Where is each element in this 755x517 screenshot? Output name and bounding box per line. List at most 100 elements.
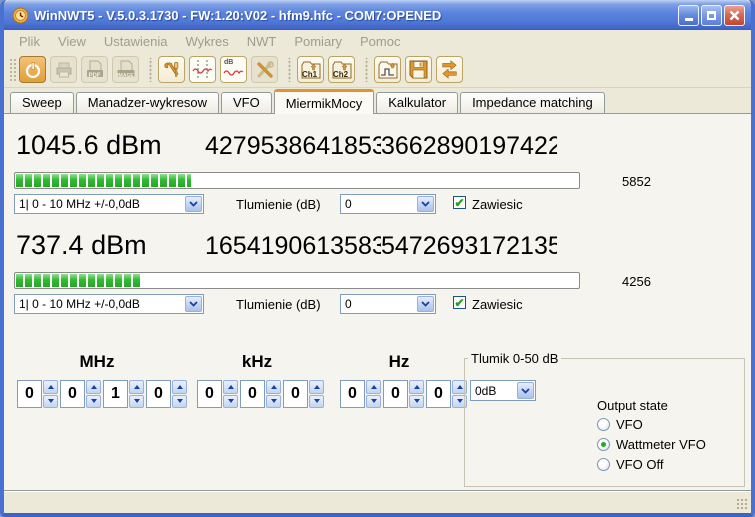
arrow-up-icon	[134, 385, 140, 389]
meter2-hold-checkbox[interactable]: ✔	[453, 296, 466, 309]
meter1-attenuation-value: 0	[345, 197, 352, 211]
toolbar-handle[interactable]	[9, 58, 16, 82]
meter1-hold-checkbox[interactable]: ✔	[453, 196, 466, 209]
menu-item-nwt[interactable]: NWT	[238, 32, 286, 51]
chevron-down-icon[interactable]	[185, 296, 202, 312]
meter1-counter-left: 4279538641853	[205, 132, 381, 161]
digit-value[interactable]: 0	[240, 380, 265, 408]
maximize-button[interactable]	[701, 5, 722, 26]
spin-up-button[interactable]	[172, 380, 187, 394]
spin-down-button[interactable]	[266, 395, 281, 409]
sweep-settings-button[interactable]	[189, 56, 216, 83]
radio-vfo[interactable]	[597, 418, 610, 431]
tab-impedance-matching[interactable]: Impedance matching	[460, 92, 605, 113]
arrow-down-icon	[177, 399, 183, 403]
tab-kalkulator[interactable]: Kalkulator	[376, 92, 458, 113]
minimize-button[interactable]	[678, 5, 699, 26]
digit-value[interactable]: 0	[283, 380, 308, 408]
spin-down-button[interactable]	[172, 395, 187, 409]
spin-up-button[interactable]	[366, 380, 381, 394]
close-button[interactable]	[724, 5, 745, 26]
tab-manadzer-wykresow[interactable]: Manadzer-wykresow	[76, 92, 219, 113]
meter2-range-select[interactable]: 1| 0 - 10 MHz +/-0,0dB	[14, 294, 204, 314]
digit-value[interactable]: 0	[17, 380, 42, 408]
spin-down-button[interactable]	[43, 395, 58, 409]
recall-curve-button[interactable]	[374, 56, 401, 83]
chevron-down-icon[interactable]	[517, 382, 534, 399]
close-icon	[729, 10, 740, 21]
spin-up-button[interactable]	[266, 380, 281, 394]
digit-value[interactable]: 0	[383, 380, 408, 408]
spin-up-button[interactable]	[86, 380, 101, 394]
spin-up-button[interactable]	[309, 380, 324, 394]
chevron-down-icon[interactable]	[417, 196, 434, 212]
print-button[interactable]	[50, 56, 77, 83]
tab-sweep[interactable]: Sweep	[10, 92, 74, 113]
settings-tools-button[interactable]	[158, 56, 185, 83]
meter2-attenuation-label: Tlumienie (dB)	[236, 297, 321, 312]
meter2-attenuation-select[interactable]: 0	[340, 294, 436, 314]
spin-down-button[interactable]	[309, 395, 324, 409]
attenuator-select[interactable]: 0dB	[470, 380, 536, 401]
digit-value[interactable]: 0	[60, 380, 85, 408]
menu-item-ustawienia[interactable]: Ustawienia	[95, 32, 177, 51]
khz-spin-group: 0 0 0	[197, 380, 324, 408]
minimize-icon	[685, 18, 693, 21]
spin-down-button[interactable]	[366, 395, 381, 409]
power-button[interactable]	[19, 56, 46, 83]
save-button[interactable]	[405, 56, 432, 83]
arrow-down-icon	[134, 399, 140, 403]
meter1-attenuation-select[interactable]: 0	[340, 194, 436, 214]
radio-row-vfo-off: VFO Off	[597, 457, 663, 472]
ch2-load-button[interactable]: Ch2	[328, 56, 355, 83]
digit-value[interactable]: 0	[340, 380, 365, 408]
meter1-reading: 1045.6 dBm	[16, 130, 162, 161]
menu-item-wykres[interactable]: Wykres	[177, 32, 238, 51]
meter1-attenuation-label: Tlumienie (dB)	[236, 197, 321, 212]
spin-down-button[interactable]	[223, 395, 238, 409]
export-pdf-button[interactable]: PDF	[81, 56, 108, 83]
spin-up-button[interactable]	[129, 380, 144, 394]
spin-up-button[interactable]	[223, 380, 238, 394]
spin-down-button[interactable]	[129, 395, 144, 409]
radio-wattmeter-vfo[interactable]	[597, 438, 610, 451]
spin-down-button[interactable]	[86, 395, 101, 409]
digit-value[interactable]: 1	[103, 380, 128, 408]
tab-miermikmocy[interactable]: MiermikMocy	[274, 89, 375, 114]
status-bar	[4, 491, 751, 513]
spin-down-button[interactable]	[409, 395, 424, 409]
mhz-digit-spinner: 0	[146, 380, 187, 408]
arrow-up-icon	[314, 385, 320, 389]
export-image-button[interactable]: IMAGE	[112, 56, 139, 83]
khz-header: kHz	[197, 352, 317, 372]
digit-value[interactable]: 0	[426, 380, 451, 408]
chevron-down-icon[interactable]	[185, 196, 202, 212]
digit-value[interactable]: 0	[146, 380, 171, 408]
meter1-range-select[interactable]: 1| 0 - 10 MHz +/-0,0dB	[14, 194, 204, 214]
menu-item-plik[interactable]: Plik	[10, 32, 49, 51]
db-settings-button[interactable]: dB	[220, 56, 247, 83]
chevron-down-icon[interactable]	[417, 296, 434, 312]
resize-grip[interactable]	[736, 498, 748, 510]
arrow-up-icon	[177, 385, 183, 389]
spin-up-button[interactable]	[43, 380, 58, 394]
spin-up-button[interactable]	[409, 380, 424, 394]
tab-vfo[interactable]: VFO	[221, 92, 272, 113]
toolbar-separator	[286, 58, 293, 82]
attenuator-label: Tlumik 0-50 dB	[468, 351, 561, 366]
tab-bar: Sweep Manadzer-wykresow VFO MiermikMocy …	[4, 88, 751, 113]
hardware-tools-button[interactable]	[251, 56, 278, 83]
digit-value[interactable]: 0	[197, 380, 222, 408]
menu-item-pomoc[interactable]: Pomoc	[351, 32, 409, 51]
meter1-hold-label: Zawiesic	[472, 197, 523, 212]
transfer-button[interactable]	[436, 56, 463, 83]
radio-vfo-off[interactable]	[597, 458, 610, 471]
menu-item-pomiary[interactable]: Pomiary	[285, 32, 351, 51]
ch1-folder-icon	[300, 59, 322, 81]
mhz-digit-spinner: 1	[103, 380, 144, 408]
ch1-load-button[interactable]: Ch1	[297, 56, 324, 83]
radio-row-vfo: VFO	[597, 417, 643, 432]
recall-curve-icon	[377, 59, 399, 81]
meter2-attenuation-value: 0	[345, 297, 352, 311]
menu-item-view[interactable]: View	[49, 32, 95, 51]
